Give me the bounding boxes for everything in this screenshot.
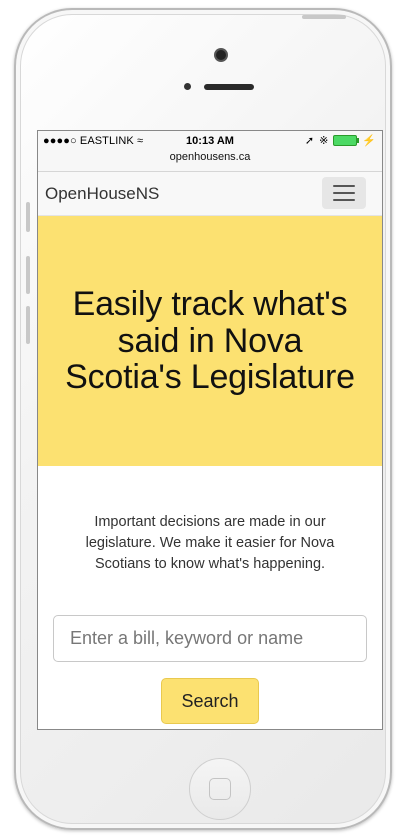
status-bar: ●●●●○ EASTLINK ≈ 10:13 AM ➚ ※ ⚡ openhous… — [38, 131, 382, 172]
mute-switch — [26, 202, 30, 232]
earpiece-speaker — [204, 84, 254, 90]
intro-text: Important decisions are made in our legi… — [85, 514, 335, 573]
brand-link[interactable]: OpenHouseNS — [45, 184, 159, 204]
navbar: OpenHouseNS — [38, 172, 382, 216]
search-button[interactable]: Search — [161, 678, 259, 725]
camera-icon — [216, 50, 226, 60]
volume-up-button — [26, 256, 30, 294]
battery-icon — [333, 135, 360, 146]
bluetooth-icon: ※ — [319, 135, 329, 147]
address-bar-url[interactable]: openhousens.ca — [38, 151, 382, 163]
home-square-icon — [209, 778, 231, 800]
phone-screen: ●●●●○ EASTLINK ≈ 10:13 AM ➚ ※ ⚡ openhous… — [37, 130, 383, 730]
hero-banner: Easily track what's said in Nova Scotia'… — [38, 216, 382, 466]
hero-headline: Easily track what's said in Nova Scotia'… — [65, 284, 355, 397]
power-button — [302, 15, 346, 19]
hamburger-icon[interactable] — [322, 177, 366, 209]
location-icon: ➚ — [304, 135, 315, 147]
sensor-icon — [184, 83, 191, 90]
status-icons: ➚ ※ ⚡ — [305, 134, 376, 147]
charging-icon: ⚡ — [362, 135, 376, 147]
home-button[interactable] — [189, 758, 251, 820]
search-input[interactable] — [53, 615, 367, 663]
volume-down-button — [26, 306, 30, 344]
